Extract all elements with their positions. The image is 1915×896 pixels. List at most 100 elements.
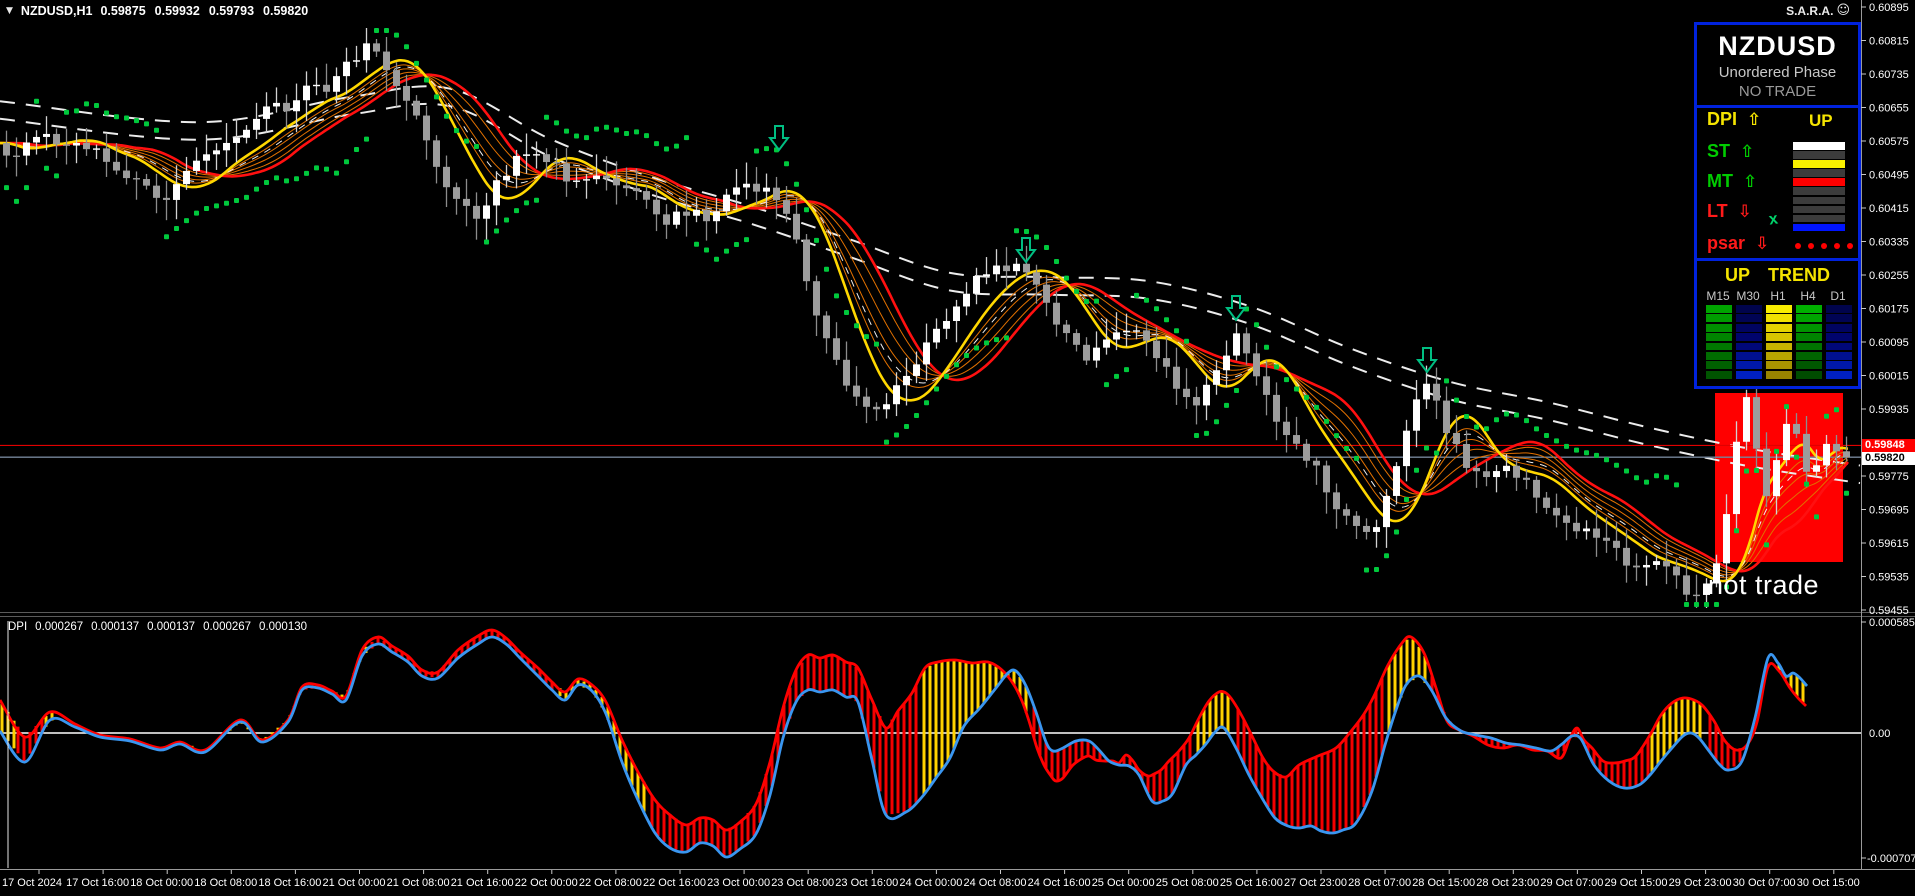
psar-dot: [44, 166, 49, 171]
psar-dot: [484, 240, 489, 245]
psar-dot: [1844, 491, 1849, 496]
time-axis-label: 29 Oct 07:00: [1540, 877, 1603, 889]
psar-dot: [1014, 228, 1019, 233]
candle: [43, 134, 50, 137]
candle: [1763, 449, 1770, 497]
ohlc-low: 0.59793: [209, 4, 254, 18]
sara-info-panel: NZDUSD Unordered Phase NO TRADE DPI ⇧ UP…: [1694, 22, 1861, 389]
psar-dot: [1534, 426, 1539, 431]
symbol-dropdown-icon[interactable]: ▼: [6, 6, 13, 16]
psar-dot: [1834, 407, 1839, 412]
price-axis-label: 0.59935: [1869, 404, 1909, 416]
symbol-header: ▼ NZDUSD,H1 0.59875 0.59932 0.59793 0.59…: [6, 4, 308, 18]
trend-bar: [1826, 361, 1852, 369]
time-axis-label: 22 Oct 08:00: [579, 877, 642, 889]
candle: [683, 212, 690, 216]
psar-dot: [14, 199, 19, 204]
candle: [243, 130, 250, 138]
candle: [813, 281, 820, 315]
price-axis-label: 0.60175: [1869, 304, 1909, 316]
ask-price-badge: 0.59848: [1862, 439, 1915, 452]
price-axis-label: 0.59775: [1869, 471, 1909, 483]
psar-dot: [504, 217, 509, 222]
psar-dot: [1094, 299, 1099, 304]
psar-panel-dot: [1834, 243, 1840, 249]
candle: [353, 60, 360, 61]
mt-up-arrow-icon: ⇧: [1743, 172, 1757, 192]
price-axis-label: 0.60655: [1869, 103, 1909, 115]
panel-phase-label: Unordered Phase: [1697, 64, 1858, 81]
psar-dot: [1184, 339, 1189, 344]
time-axis-label: 28 Oct 15:00: [1412, 877, 1475, 889]
psar-dot: [1814, 514, 1819, 519]
psar-dot: [1684, 602, 1689, 607]
panel-divider: [1697, 258, 1858, 261]
psar-dot: [814, 238, 819, 243]
time-axis-label: 24 Oct 08:00: [964, 877, 1027, 889]
trend-bar: [1796, 324, 1822, 332]
psar-dot: [344, 159, 349, 164]
trend-bar: [1736, 371, 1762, 379]
candle: [1003, 266, 1010, 272]
psar-row: psar ⇩: [1707, 233, 1769, 254]
psar-dot: [794, 182, 799, 187]
candle: [1383, 496, 1390, 527]
psar-dot: [1504, 411, 1509, 416]
candle: [143, 179, 150, 186]
psar-dot: [244, 195, 249, 200]
dpi-axis-label: -0.000707: [1867, 853, 1915, 865]
trend-bar: [1826, 371, 1852, 379]
candle: [843, 360, 850, 386]
candle: [1203, 385, 1210, 406]
candle: [1273, 395, 1280, 422]
candle: [1163, 358, 1170, 367]
candle: [493, 180, 500, 205]
time-axis-label: 24 Oct 00:00: [899, 877, 962, 889]
psar-dot: [1824, 414, 1829, 419]
psar-dot: [544, 115, 549, 120]
psar-dot: [764, 146, 769, 151]
psar-dot: [1784, 404, 1789, 409]
chart-canvas[interactable]: 0.608950.608150.607350.606550.605750.604…: [0, 0, 1915, 896]
candle: [443, 167, 450, 187]
psar-dot: [644, 133, 649, 138]
candle: [3, 143, 10, 155]
candle: [163, 198, 170, 200]
smiley-icon: ☺: [1836, 3, 1850, 18]
trend-bar: [1736, 343, 1762, 351]
time-axis-label: 28 Oct 23:00: [1476, 877, 1539, 889]
candle: [1153, 341, 1160, 358]
price-axis-label: 0.60095: [1869, 337, 1909, 349]
psar-dot: [1594, 453, 1599, 458]
candle: [1543, 498, 1550, 508]
trend-bar: [1826, 305, 1852, 313]
candle: [783, 200, 790, 214]
psar-dot: [1294, 386, 1299, 391]
psar-dot: [1344, 446, 1349, 451]
candle: [1033, 272, 1040, 284]
psar-dot: [1124, 367, 1129, 372]
candle: [633, 188, 640, 191]
psar-dot: [714, 257, 719, 262]
stack-bar: [1793, 151, 1845, 159]
psar-dot: [1494, 417, 1499, 422]
psar-dot: [1334, 433, 1339, 438]
psar-dot: [1034, 234, 1039, 239]
psar-dot: [364, 137, 369, 142]
psar-dot: [1644, 480, 1649, 485]
candle: [1433, 384, 1440, 401]
candle: [183, 171, 190, 184]
psar-dot: [254, 187, 259, 192]
psar-dot: [1704, 602, 1709, 607]
psar-dot: [1274, 364, 1279, 369]
candle: [1723, 514, 1730, 563]
trend-bar: [1766, 333, 1792, 341]
candle: [503, 176, 510, 180]
psar-dot: [914, 413, 919, 418]
candle: [1793, 424, 1800, 434]
candle: [173, 184, 180, 200]
candle: [1233, 333, 1240, 355]
candle: [1013, 264, 1020, 271]
psar-dot: [1444, 378, 1449, 383]
psar-dot: [1144, 298, 1149, 303]
